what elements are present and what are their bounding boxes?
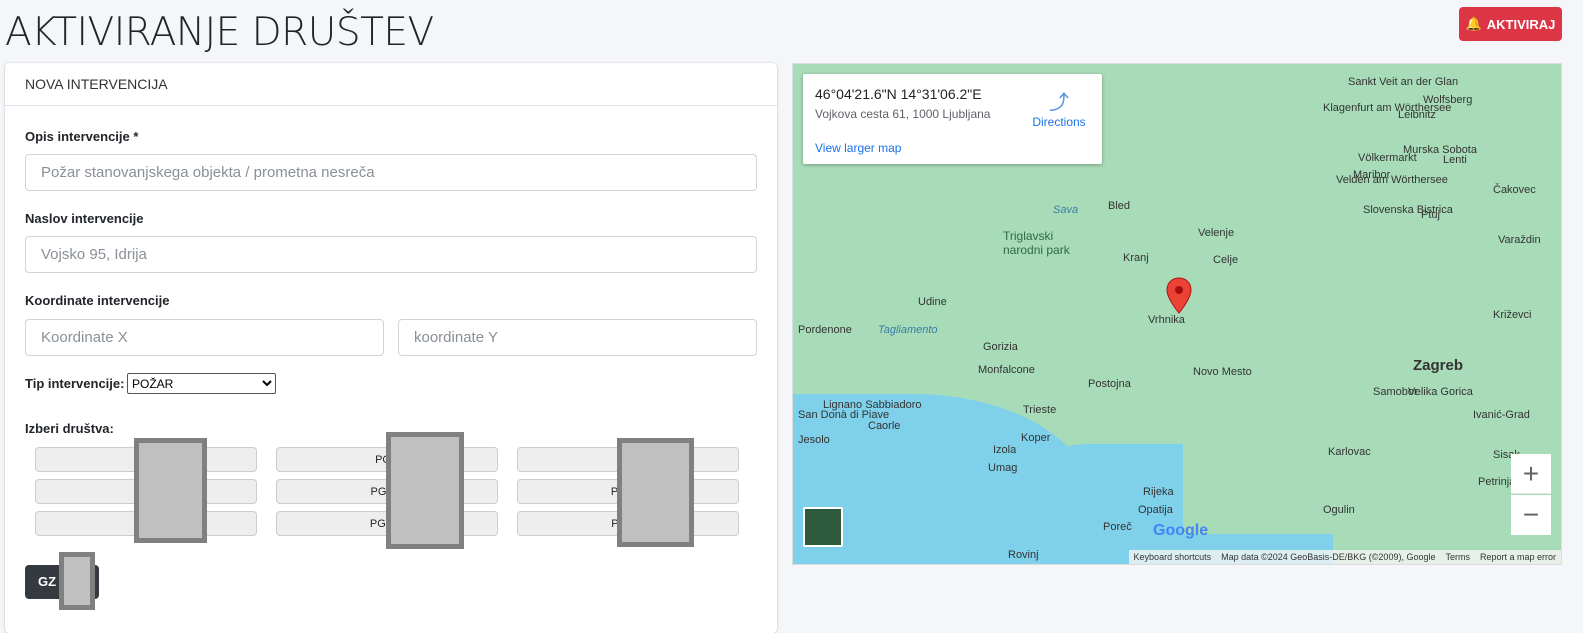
map-label: Ogulin bbox=[1323, 504, 1355, 516]
map-pin-icon[interactable] bbox=[1166, 277, 1192, 315]
map-label: Sava bbox=[1053, 204, 1079, 216]
map-label: Kranj bbox=[1123, 252, 1149, 264]
redaction bbox=[617, 438, 694, 547]
koord-label: Koordinate intervencije bbox=[25, 293, 170, 308]
map-label: Caorle bbox=[868, 420, 901, 432]
map-label: Opatija bbox=[1138, 504, 1173, 516]
koord-y-input[interactable] bbox=[398, 319, 757, 356]
attribution-item[interactable]: Keyboard shortcuts bbox=[1134, 552, 1212, 562]
map[interactable]: Wolfsberg Sankt Veit an der Glan Leibnitz K… bbox=[792, 63, 1562, 565]
koord-x-input[interactable] bbox=[25, 319, 384, 356]
map-label: Jesolo bbox=[798, 434, 830, 446]
address: Vojkova cesta 61, 1000 Ljubljana bbox=[815, 107, 991, 121]
map-label: Križevci bbox=[1493, 309, 1532, 321]
opis-input[interactable] bbox=[25, 154, 757, 191]
map-label: Klagenfurt am Wörthersee bbox=[1323, 102, 1452, 114]
naslov-label: Naslov intervencije bbox=[25, 211, 144, 226]
directions-icon: ⤴ bbox=[1049, 92, 1069, 114]
card-header: NOVA INTERVENCIJA bbox=[5, 63, 777, 106]
map-label: Monfalcone bbox=[978, 364, 1035, 376]
map-label: Gorizia bbox=[983, 341, 1018, 353]
attribution-item[interactable]: Report a map error bbox=[1480, 552, 1556, 562]
map-label: Ptuj bbox=[1421, 209, 1440, 221]
map-label: Umag bbox=[988, 462, 1018, 474]
redaction bbox=[59, 552, 95, 610]
map-label: Trieste bbox=[1023, 404, 1057, 416]
view-larger-map-link[interactable]: View larger map bbox=[815, 141, 901, 155]
map-label: Karlovac bbox=[1328, 446, 1371, 458]
google-logo: Google bbox=[1153, 522, 1209, 539]
map-label: Vrhnika bbox=[1148, 314, 1185, 326]
map-label: Izola bbox=[993, 444, 1017, 456]
zoom-in-button[interactable]: + bbox=[1511, 454, 1551, 494]
map-label: Zagreb bbox=[1413, 357, 1464, 374]
map-label: Udine bbox=[918, 296, 947, 308]
naslov-input[interactable] bbox=[25, 236, 757, 273]
map-label: Rovinj bbox=[1008, 549, 1039, 561]
map-label: Velenje bbox=[1198, 227, 1235, 239]
map-label: Pordenone bbox=[798, 324, 852, 336]
map-info-card: 46°04'21.6"N 14°31'06.2"E Vojkova cesta … bbox=[803, 74, 1102, 164]
map-label: Poreč bbox=[1103, 521, 1132, 533]
map-label: Novo Mesto bbox=[1193, 366, 1252, 378]
map-label: Lenti bbox=[1443, 154, 1467, 166]
map-label: Celje bbox=[1213, 254, 1239, 266]
map-label: Čakovec bbox=[1493, 184, 1536, 196]
opis-label: Opis intervencije * bbox=[25, 129, 139, 144]
layers-button[interactable] bbox=[803, 507, 843, 547]
bell-icon: 🔔 bbox=[1465, 16, 1482, 31]
map-label: Tagliamento bbox=[878, 324, 938, 336]
attribution-item[interactable]: Terms bbox=[1445, 552, 1470, 562]
map-label: Bled bbox=[1108, 200, 1131, 212]
redaction bbox=[386, 432, 464, 549]
map-label: Koper bbox=[1021, 432, 1051, 444]
map-label: Petrinja bbox=[1478, 476, 1516, 488]
map-label: Triglavski narodni park bbox=[1003, 229, 1070, 257]
zoom-out-button[interactable]: − bbox=[1511, 495, 1551, 535]
map-label: Ivanić-Grad bbox=[1473, 409, 1530, 421]
new-intervention-card: NOVA INTERVENCIJA Opis intervencije * Na… bbox=[5, 63, 777, 633]
map-label: Rijeka bbox=[1143, 486, 1174, 498]
map-attribution: Keyboard shortcuts Map data ©2024 GeoBasi… bbox=[1128, 550, 1561, 564]
tip-label: Tip intervencije: bbox=[25, 376, 125, 391]
attribution-item[interactable]: Map data ©2024 GeoBasis-DE/BKG (©2009), … bbox=[1221, 552, 1435, 562]
map-label: Varaždin bbox=[1498, 234, 1541, 246]
directions-button[interactable]: ⤴ Directions bbox=[1029, 86, 1089, 129]
redaction bbox=[134, 438, 207, 543]
map-label: Velika Gorica bbox=[1408, 386, 1473, 398]
activate-button[interactable]: 🔔 AKTIVIRAJ bbox=[1459, 7, 1562, 41]
drustva-label: Izberi društva: bbox=[25, 421, 114, 436]
coordinates: 46°04'21.6"N 14°31'06.2"E bbox=[815, 86, 982, 102]
map-label: Postojna bbox=[1088, 378, 1131, 390]
page-title: AKTIVIRANJE DRUŠTEV bbox=[5, 10, 434, 55]
tip-select[interactable]: POŽAR bbox=[127, 373, 276, 394]
map-label: Sankt Veit an der Glan bbox=[1348, 76, 1459, 88]
map-label: Velden am Wörthersee bbox=[1336, 174, 1448, 186]
